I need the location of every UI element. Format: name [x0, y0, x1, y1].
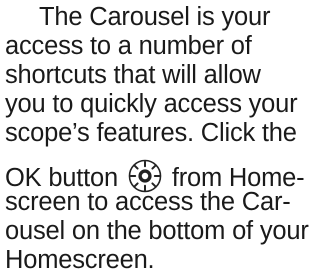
- paragraph-line: The Carousel is your: [39, 3, 271, 31]
- paragraph-line: you to quickly access your: [5, 90, 298, 118]
- paragraph-line: Homescreen.: [5, 246, 155, 274]
- manual-page: The Carousel is your access to a number …: [0, 0, 321, 274]
- paragraph-line: access to a number of: [5, 32, 252, 60]
- paragraph-line: scope’s features. Click the: [5, 119, 297, 147]
- paragraph-line: screen to access the Car-: [5, 188, 291, 216]
- paragraph-line: shortcuts that will allow: [5, 61, 261, 89]
- paragraph-line: ousel on the bottom of your: [5, 217, 309, 245]
